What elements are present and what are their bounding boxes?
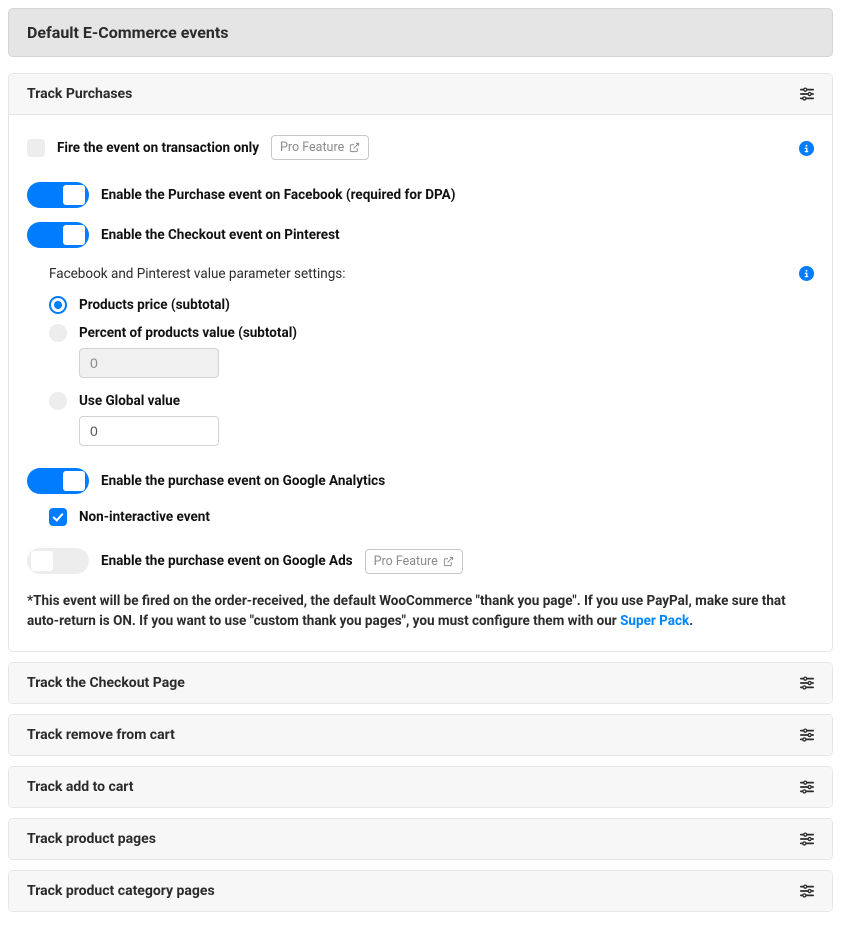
label-fire-on-transaction: Fire the event on transaction only (57, 140, 259, 156)
global-input-wrap (79, 416, 814, 446)
value-settings-block: Facebook and Pinterest value parameter s… (27, 266, 814, 446)
section-title: Track add to cart (27, 779, 134, 795)
row-ga-purchase: Enable the purchase event on Google Anal… (27, 468, 814, 494)
sliders-icon (800, 728, 814, 742)
row-fire-on-transaction: Fire the event on transaction only Pro F… (27, 135, 814, 160)
label-pinterest-checkout: Enable the Checkout event on Pinterest (101, 227, 340, 243)
section-body-purchases: Fire the event on transaction only Pro F… (9, 115, 832, 651)
section-title: Track product category pages (27, 883, 215, 899)
input-percent-value (79, 348, 219, 378)
toggle-ga-purchase[interactable] (27, 468, 89, 494)
note-period: . (689, 613, 693, 629)
sliders-icon (800, 676, 814, 690)
section-header-add-cart[interactable]: Track add to cart (9, 767, 832, 807)
row-opt-products-price: Products price (subtotal) (49, 296, 814, 314)
value-heading: Facebook and Pinterest value parameter s… (49, 266, 814, 282)
sliders-icon (800, 884, 814, 898)
info-icon[interactable] (799, 141, 814, 156)
label-ga-purchase: Enable the purchase event on Google Anal… (101, 473, 385, 489)
row-gads-purchase: Enable the purchase event on Google Ads … (27, 548, 814, 574)
section-track-purchases: Track Purchases Fire the event on transa… (8, 73, 833, 652)
section-track-checkout: Track the Checkout Page (8, 662, 833, 704)
section-track-category-pages: Track product category pages (8, 870, 833, 912)
external-link-icon (443, 556, 454, 567)
pro-feature-badge[interactable]: Pro Feature (365, 549, 463, 574)
toggle-gads-purchase (27, 548, 89, 574)
section-track-add-cart: Track add to cart (8, 766, 833, 808)
pro-feature-badge[interactable]: Pro Feature (271, 135, 369, 160)
section-track-product-pages: Track product pages (8, 818, 833, 860)
info-icon[interactable] (799, 266, 814, 281)
row-pinterest-checkout: Enable the Checkout event on Pinterest (27, 222, 814, 248)
label-global: Use Global value (79, 393, 180, 409)
label-non-interactive: Non-interactive event (79, 509, 210, 525)
purchase-note: *This event will be fired on the order-r… (27, 592, 814, 631)
radio-products-price[interactable] (49, 296, 67, 314)
external-link-icon (349, 142, 360, 153)
label-products-price: Products price (subtotal) (79, 297, 230, 313)
super-pack-link[interactable]: Super Pack (620, 613, 689, 629)
section-title: Track the Checkout Page (27, 675, 185, 691)
section-header-product-pages[interactable]: Track product pages (9, 819, 832, 859)
section-header-category-pages[interactable]: Track product category pages (9, 871, 832, 911)
pro-feature-label: Pro Feature (280, 140, 344, 155)
percent-input-wrap (79, 348, 814, 378)
section-header-remove-cart[interactable]: Track remove from cart (9, 715, 832, 755)
checkbox-fire-on-transaction (27, 139, 45, 157)
sliders-icon (800, 832, 814, 846)
radio-percent[interactable] (49, 324, 67, 342)
section-title: Track product pages (27, 831, 156, 847)
row-fb-purchase: Enable the Purchase event on Facebook (r… (27, 182, 814, 208)
sliders-icon (800, 780, 814, 794)
page-header: Default E-Commerce events (8, 8, 833, 57)
input-global-value[interactable] (79, 416, 219, 446)
toggle-fb-purchase[interactable] (27, 182, 89, 208)
pro-feature-label: Pro Feature (374, 554, 438, 569)
section-title: Track remove from cart (27, 727, 175, 743)
section-header-purchases[interactable]: Track Purchases (9, 74, 832, 115)
toggle-pinterest-checkout[interactable] (27, 222, 89, 248)
radio-global[interactable] (49, 392, 67, 410)
section-header-checkout[interactable]: Track the Checkout Page (9, 663, 832, 703)
sliders-icon (800, 87, 814, 101)
section-track-remove-cart: Track remove from cart (8, 714, 833, 756)
row-non-interactive: Non-interactive event (49, 508, 814, 526)
label-gads-purchase: Enable the purchase event on Google Ads (101, 553, 353, 569)
page-title: Default E-Commerce events (27, 23, 814, 42)
section-title: Track Purchases (27, 86, 132, 102)
row-opt-percent: Percent of products value (subtotal) (49, 324, 814, 342)
label-fb-purchase: Enable the Purchase event on Facebook (r… (101, 187, 455, 203)
checkbox-non-interactive[interactable] (49, 508, 67, 526)
label-percent: Percent of products value (subtotal) (79, 325, 297, 341)
row-opt-global: Use Global value (49, 392, 814, 410)
